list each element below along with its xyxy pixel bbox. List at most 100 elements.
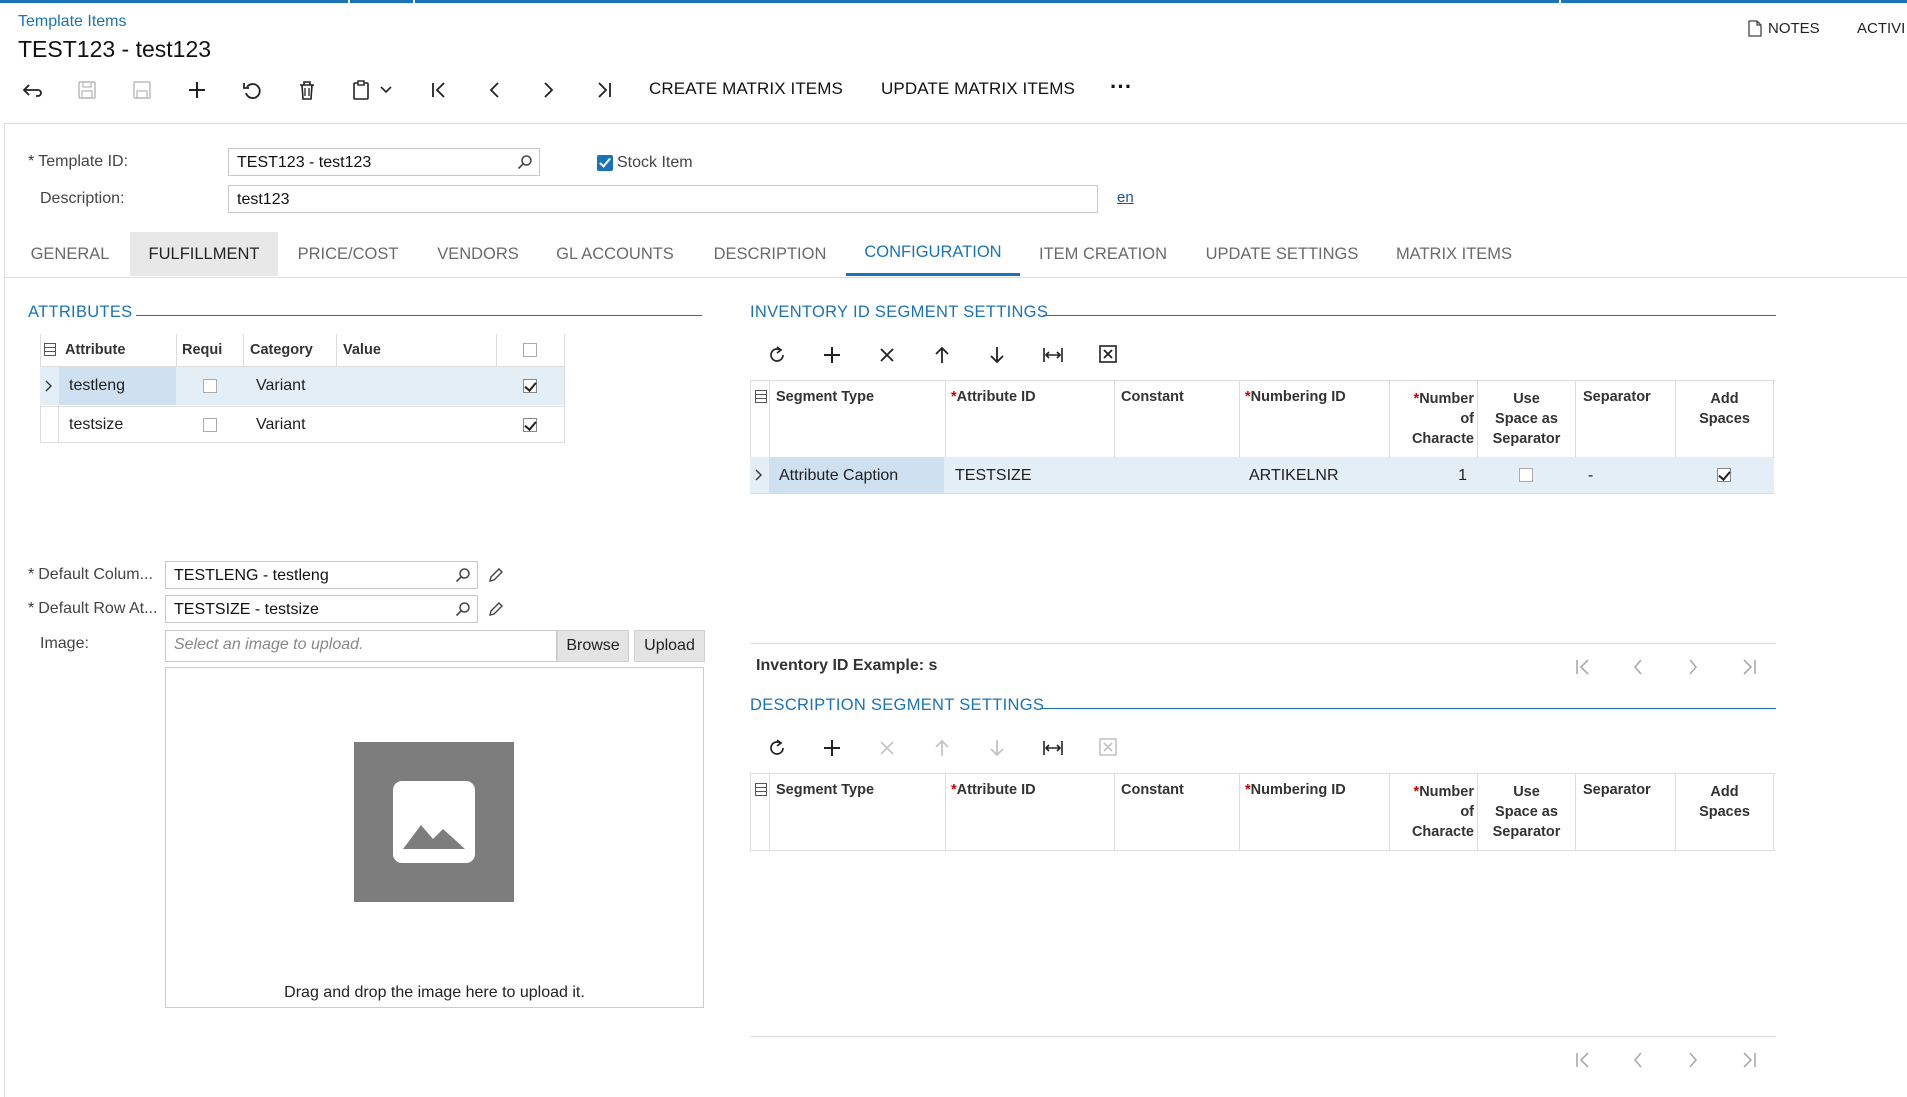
image-drop-zone[interactable]: Drag and drop the image here to upload i… — [165, 667, 704, 1008]
table-row[interactable]: testsize Variant — [40, 407, 564, 442]
stock-item-checkbox[interactable]: Stock Item — [597, 154, 693, 172]
arrow-down-icon[interactable] — [989, 738, 1005, 758]
activities-button[interactable]: ACTIVI — [1857, 20, 1905, 37]
plus-icon[interactable] — [822, 738, 842, 758]
save-button[interactable] — [127, 75, 157, 105]
close-icon[interactable] — [878, 739, 896, 757]
col-attribute-id[interactable]: *Attribute ID — [951, 782, 1036, 798]
col-separator[interactable]: Separator — [1583, 389, 1651, 405]
required-checkbox[interactable] — [203, 379, 217, 393]
tab-general[interactable]: GENERAL — [18, 232, 122, 276]
first-record-button[interactable] — [424, 75, 454, 105]
use-space-checkbox[interactable] — [1519, 468, 1533, 482]
tab-update-settings[interactable]: UPDATE SETTINGS — [1194, 232, 1370, 276]
tab-item-creation[interactable]: ITEM CREATION — [1026, 232, 1180, 276]
update-matrix-items-button[interactable]: UPDATE MATRIX ITEMS — [881, 79, 1075, 99]
col-number-of-chars[interactable]: *Number of Characte — [1391, 782, 1474, 842]
upload-button[interactable]: Upload — [634, 630, 705, 662]
export-excel-icon[interactable] — [1099, 345, 1117, 363]
tab-gl-accounts[interactable]: GL ACCOUNTS — [544, 232, 686, 276]
col-segment-type[interactable]: Segment Type — [776, 782, 874, 798]
tab-vendors[interactable]: VENDORS — [424, 232, 532, 276]
select-all-checkbox[interactable] — [523, 343, 537, 357]
refresh-icon[interactable] — [767, 738, 787, 758]
chevron-down-icon — [380, 86, 392, 94]
save-close-button[interactable] — [72, 75, 102, 105]
create-matrix-items-button[interactable]: CREATE MATRIX ITEMS — [649, 79, 843, 99]
delete-button[interactable] — [292, 75, 322, 105]
row-selected-checkbox[interactable] — [523, 418, 537, 432]
col-attribute-id[interactable]: *Attribute ID — [951, 389, 1036, 405]
row-selected-checkbox[interactable] — [523, 379, 537, 393]
cell-category: Variant — [256, 416, 306, 433]
refresh-icon[interactable] — [767, 345, 787, 365]
arrow-up-icon[interactable] — [934, 345, 950, 365]
tab-configuration[interactable]: CONFIGURATION — [846, 232, 1020, 276]
default-column-input[interactable]: TESTLENG - testleng — [165, 561, 478, 589]
trash-icon — [300, 81, 314, 100]
language-link[interactable]: en — [1117, 189, 1134, 206]
description-input[interactable]: test123 — [228, 185, 1098, 213]
cell-segment-type[interactable]: Attribute Caption — [769, 457, 944, 493]
col-required[interactable]: Requi — [182, 342, 222, 358]
browse-button[interactable]: Browse — [557, 630, 629, 662]
notes-button[interactable]: NOTES — [1748, 20, 1820, 37]
tab-matrix-items[interactable]: MATRIX ITEMS — [1384, 232, 1524, 276]
fit-columns-icon[interactable] — [1042, 345, 1064, 365]
last-page-icon[interactable] — [1741, 659, 1757, 675]
cancel-button[interactable] — [237, 75, 267, 105]
clipboard-icon — [353, 80, 369, 100]
col-attribute[interactable]: Attribute — [65, 342, 125, 358]
col-number-of-chars[interactable]: *Number of Characte — [1391, 389, 1474, 449]
col-category[interactable]: Category — [250, 342, 313, 358]
plus-icon[interactable] — [822, 345, 842, 365]
prev-page-icon[interactable] — [1633, 659, 1643, 675]
cell-attribute[interactable]: testleng — [59, 367, 176, 405]
col-constant[interactable]: Constant — [1121, 782, 1184, 798]
image-file-input[interactable]: Select an image to upload. — [165, 630, 557, 662]
add-button[interactable] — [182, 75, 212, 105]
col-separator[interactable]: Separator — [1583, 782, 1651, 798]
grid-settings-icon[interactable] — [44, 343, 56, 356]
col-constant[interactable]: Constant — [1121, 389, 1184, 405]
first-page-icon[interactable] — [1575, 659, 1591, 675]
first-page-icon[interactable] — [1575, 1052, 1591, 1068]
prev-record-button[interactable] — [479, 75, 509, 105]
col-segment-type[interactable]: Segment Type — [776, 389, 874, 405]
add-spaces-checkbox[interactable] — [1717, 468, 1731, 482]
fit-columns-icon[interactable] — [1042, 738, 1064, 758]
edit-pencil-icon[interactable] — [487, 566, 505, 584]
col-add-spaces[interactable]: Add Spaces — [1676, 389, 1773, 429]
col-use-space[interactable]: Use Space as Separator — [1478, 389, 1575, 449]
col-numbering-id[interactable]: *Numbering ID — [1245, 782, 1346, 798]
back-button[interactable] — [17, 75, 47, 105]
breadcrumb[interactable]: Template Items — [18, 13, 126, 31]
arrow-down-icon[interactable] — [989, 345, 1005, 365]
col-value[interactable]: Value — [343, 342, 381, 358]
template-id-input[interactable]: TEST123 - test123 — [228, 148, 540, 176]
table-row[interactable]: testleng Variant — [40, 367, 564, 405]
arrow-up-icon[interactable] — [934, 738, 950, 758]
required-checkbox[interactable] — [203, 418, 217, 432]
export-excel-icon[interactable] — [1099, 738, 1117, 756]
next-page-icon[interactable] — [1688, 659, 1698, 675]
edit-pencil-icon[interactable] — [487, 600, 505, 618]
last-record-button[interactable] — [589, 75, 619, 105]
grid-settings-icon[interactable] — [755, 390, 767, 403]
next-record-button[interactable] — [534, 75, 564, 105]
default-row-input[interactable]: TESTSIZE - testsize — [165, 595, 478, 623]
col-add-spaces[interactable]: Add Spaces — [1676, 782, 1773, 822]
last-page-icon[interactable] — [1741, 1052, 1757, 1068]
copy-paste-menu[interactable] — [347, 75, 397, 105]
next-page-icon[interactable] — [1688, 1052, 1698, 1068]
more-menu-button[interactable]: ··· — [1110, 74, 1132, 100]
col-numbering-id[interactable]: *Numbering ID — [1245, 389, 1346, 405]
table-row[interactable]: Attribute Caption TESTSIZE ARTIKELNR 1 - — [750, 457, 1774, 494]
col-use-space[interactable]: Use Space as Separator — [1478, 782, 1575, 842]
prev-page-icon[interactable] — [1633, 1052, 1643, 1068]
close-icon[interactable] — [878, 346, 896, 364]
tab-description[interactable]: DESCRIPTION — [700, 232, 840, 276]
tab-price-cost[interactable]: PRICE/COST — [284, 232, 412, 276]
grid-settings-icon[interactable] — [755, 783, 767, 796]
tab-fulfillment[interactable]: FULFILLMENT — [130, 232, 278, 276]
